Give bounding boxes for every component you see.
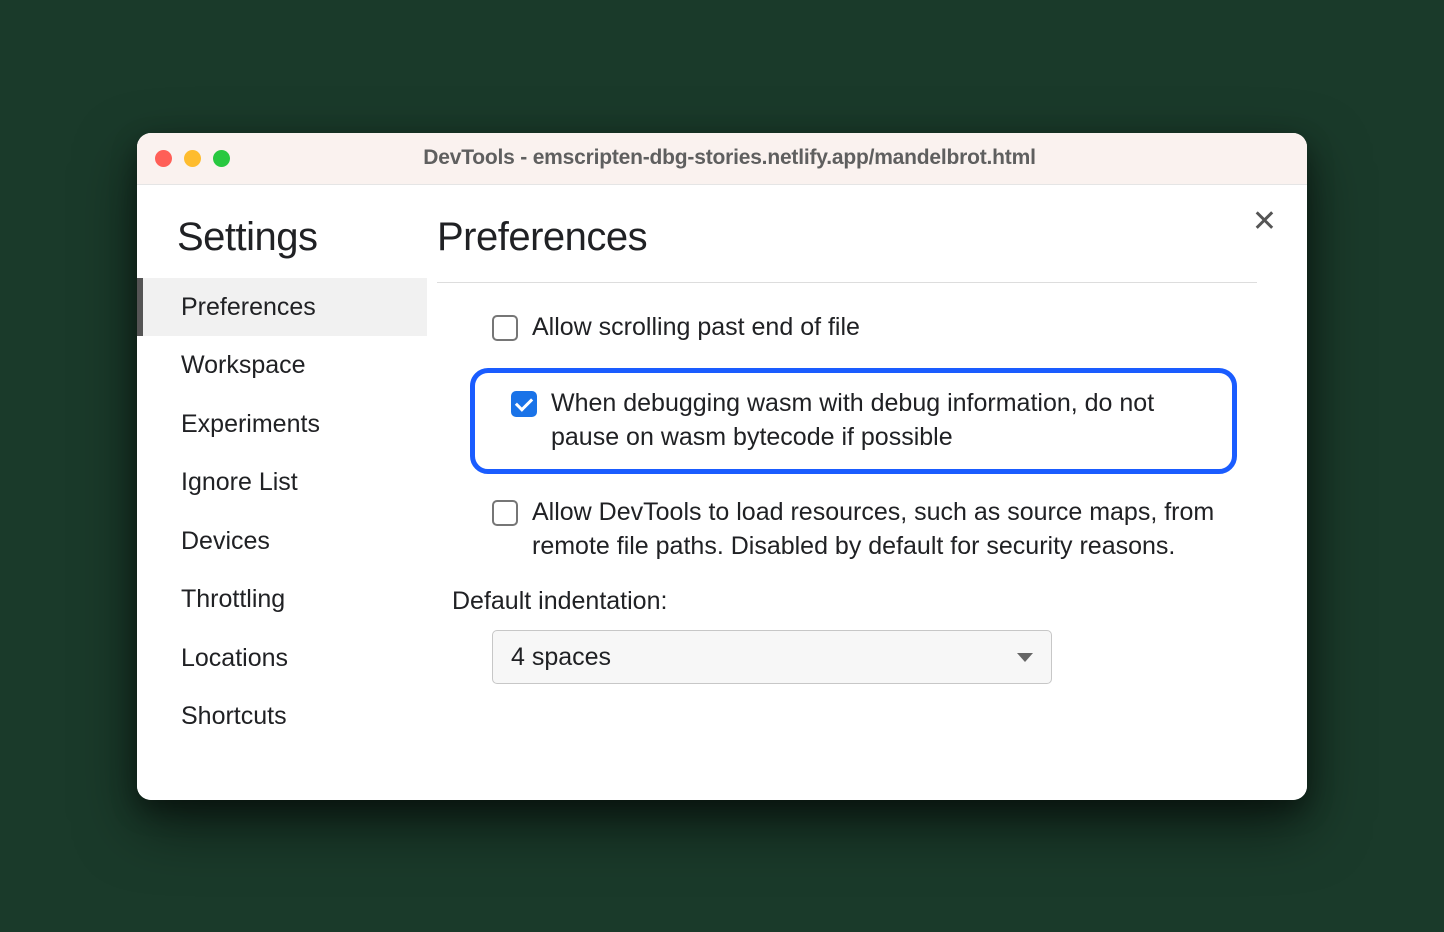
close-icon[interactable]: ✕ [1252, 207, 1277, 237]
sidebar-item-experiments[interactable]: Experiments [137, 395, 427, 454]
preferences-options: Allow scrolling past end of file When de… [437, 283, 1257, 685]
option-allow-scroll-past-eof[interactable]: Allow scrolling past end of file [492, 311, 1257, 345]
sidebar-item-ignore-list[interactable]: Ignore List [137, 453, 427, 512]
sidebar-item-label: Shortcuts [181, 702, 287, 730]
settings-sidebar: Settings Preferences Workspace Experimen… [137, 185, 427, 800]
window-titlebar: DevTools - emscripten-dbg-stories.netlif… [137, 133, 1307, 185]
window-maximize-button[interactable] [213, 150, 230, 167]
sidebar-item-preferences[interactable]: Preferences [137, 278, 427, 337]
sidebar-item-label: Devices [181, 527, 270, 555]
option-allow-remote-file-paths[interactable]: Allow DevTools to load resources, such a… [492, 496, 1257, 564]
checkbox-allow-remote-file-paths[interactable] [492, 500, 518, 526]
sidebar-item-throttling[interactable]: Throttling [137, 570, 427, 629]
option-label: Allow scrolling past end of file [532, 311, 1257, 345]
sidebar-item-label: Workspace [181, 351, 306, 379]
checkbox-allow-scroll-past-eof[interactable] [492, 315, 518, 341]
sidebar-item-label: Ignore List [181, 468, 298, 496]
settings-main: Preferences Allow scrolling past end of … [427, 185, 1307, 800]
indentation-field-label: Default indentation: [452, 587, 1257, 616]
sidebar-item-devices[interactable]: Devices [137, 512, 427, 571]
indentation-select[interactable]: 4 spaces [492, 630, 1052, 684]
chevron-down-icon [1017, 653, 1033, 662]
sidebar-item-shortcuts[interactable]: Shortcuts [137, 687, 427, 746]
option-label: Allow DevTools to load resources, such a… [532, 496, 1257, 564]
sidebar-item-label: Throttling [181, 585, 285, 613]
sidebar-item-label: Experiments [181, 410, 320, 438]
sidebar-item-label: Preferences [181, 293, 316, 321]
window-title: DevTools - emscripten-dbg-stories.netlif… [230, 146, 1289, 170]
sidebar-item-workspace[interactable]: Workspace [137, 336, 427, 395]
devtools-settings-window: DevTools - emscripten-dbg-stories.netlif… [137, 133, 1307, 800]
indentation-select-value: 4 spaces [511, 643, 611, 672]
window-close-button[interactable] [155, 150, 172, 167]
settings-body: ✕ Settings Preferences Workspace Experim… [137, 185, 1307, 800]
sidebar-item-locations[interactable]: Locations [137, 629, 427, 688]
page-title: Preferences [437, 215, 1257, 283]
sidebar-title: Settings [137, 215, 427, 278]
sidebar-item-label: Locations [181, 644, 288, 672]
checkbox-wasm-skip-bytecode[interactable] [511, 391, 537, 417]
option-label: When debugging wasm with debug informati… [551, 387, 1214, 455]
window-minimize-button[interactable] [184, 150, 201, 167]
option-wasm-skip-bytecode[interactable]: When debugging wasm with debug informati… [470, 368, 1237, 474]
window-traffic-lights [155, 150, 230, 167]
